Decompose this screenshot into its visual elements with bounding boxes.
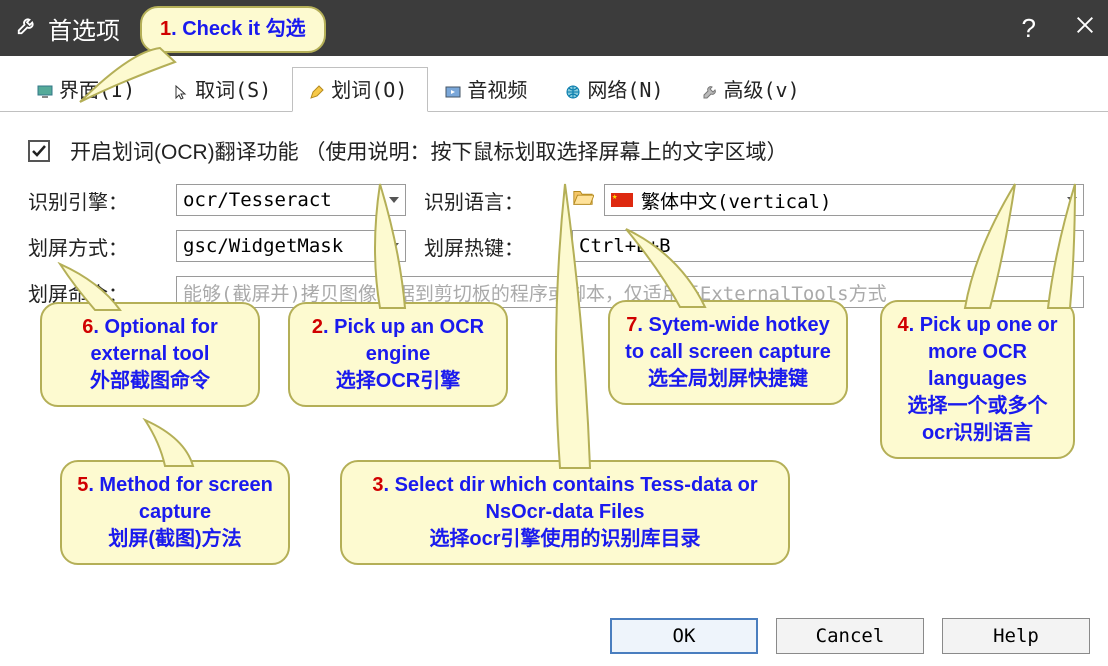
tab-label: 划词(O) [331, 74, 407, 103]
callout-7: 7. Sytem-wide hotkey to call screen capt… [608, 300, 848, 405]
hotkey-label: 划屏热键： [424, 232, 554, 261]
callout-6: 6. Optional for external tool 外部截图命令 [40, 302, 260, 407]
ok-label: OK [673, 625, 696, 647]
callout-4: 4. Pick up one or more OCR languages 选择一… [880, 300, 1075, 459]
wrench-icon [16, 14, 48, 42]
tab-media[interactable]: 音视频 [428, 67, 548, 112]
language-value: 繁体中文(vertical) [641, 187, 831, 214]
ok-button[interactable]: OK [610, 618, 758, 654]
callout-5: 5. Method for screen capture 划屏(截图)方法 [60, 460, 290, 565]
callout-7-tail [620, 225, 720, 310]
method-value: gsc/WidgetMask [183, 235, 343, 257]
help-label: Help [993, 625, 1039, 647]
close-icon[interactable] [1074, 14, 1096, 42]
cancel-button[interactable]: Cancel [776, 618, 924, 654]
tab-label: 取词(S) [195, 74, 271, 103]
enable-ocr-checkbox[interactable] [28, 140, 50, 162]
help-icon[interactable]: ? [1022, 13, 1036, 44]
callout-4-tail [935, 180, 1035, 310]
tab-ocr[interactable]: 划词(O) [292, 67, 428, 112]
callout-3: 3. Select dir which contains Tess-data o… [340, 460, 790, 565]
tab-label: 高级(v) [724, 74, 800, 103]
tab-label: 音视频 [467, 74, 527, 103]
callout-4-tail-2 [1040, 180, 1100, 310]
tab-network[interactable]: 网络(N) [548, 67, 684, 112]
dialog-buttons: OK Cancel Help [610, 618, 1090, 654]
wrench-small-icon [702, 81, 718, 97]
language-label: 识别语言： [424, 186, 554, 215]
enable-ocr-label: 开启划词(OCR)翻译功能 （使用说明：按下鼠标划取选择屏幕上的文字区域） [70, 136, 787, 166]
callout-2: 2. Pick up an OCR engine 选择OCR引擎 [288, 302, 508, 407]
callout-6-tail [55, 262, 145, 312]
media-icon [445, 81, 461, 97]
window-title: 首选项 [48, 11, 120, 46]
pencil-icon [309, 81, 325, 97]
callout-5-tail [135, 418, 235, 468]
tab-advanced[interactable]: 高级(v) [685, 67, 821, 112]
monitor-icon [37, 81, 53, 97]
cancel-label: Cancel [816, 625, 885, 647]
flag-cn-icon [611, 193, 633, 207]
callout-2-tail [350, 180, 430, 310]
help-button[interactable]: Help [942, 618, 1090, 654]
tab-label: 网络(N) [587, 74, 663, 103]
callout-1-tail [60, 42, 180, 122]
callout-3-tail [540, 180, 610, 470]
engine-label: 识别引擎： [28, 186, 158, 215]
engine-value: ocr/Tesseract [183, 189, 332, 211]
method-label: 划屏方式： [28, 232, 158, 261]
globe-icon [565, 81, 581, 97]
